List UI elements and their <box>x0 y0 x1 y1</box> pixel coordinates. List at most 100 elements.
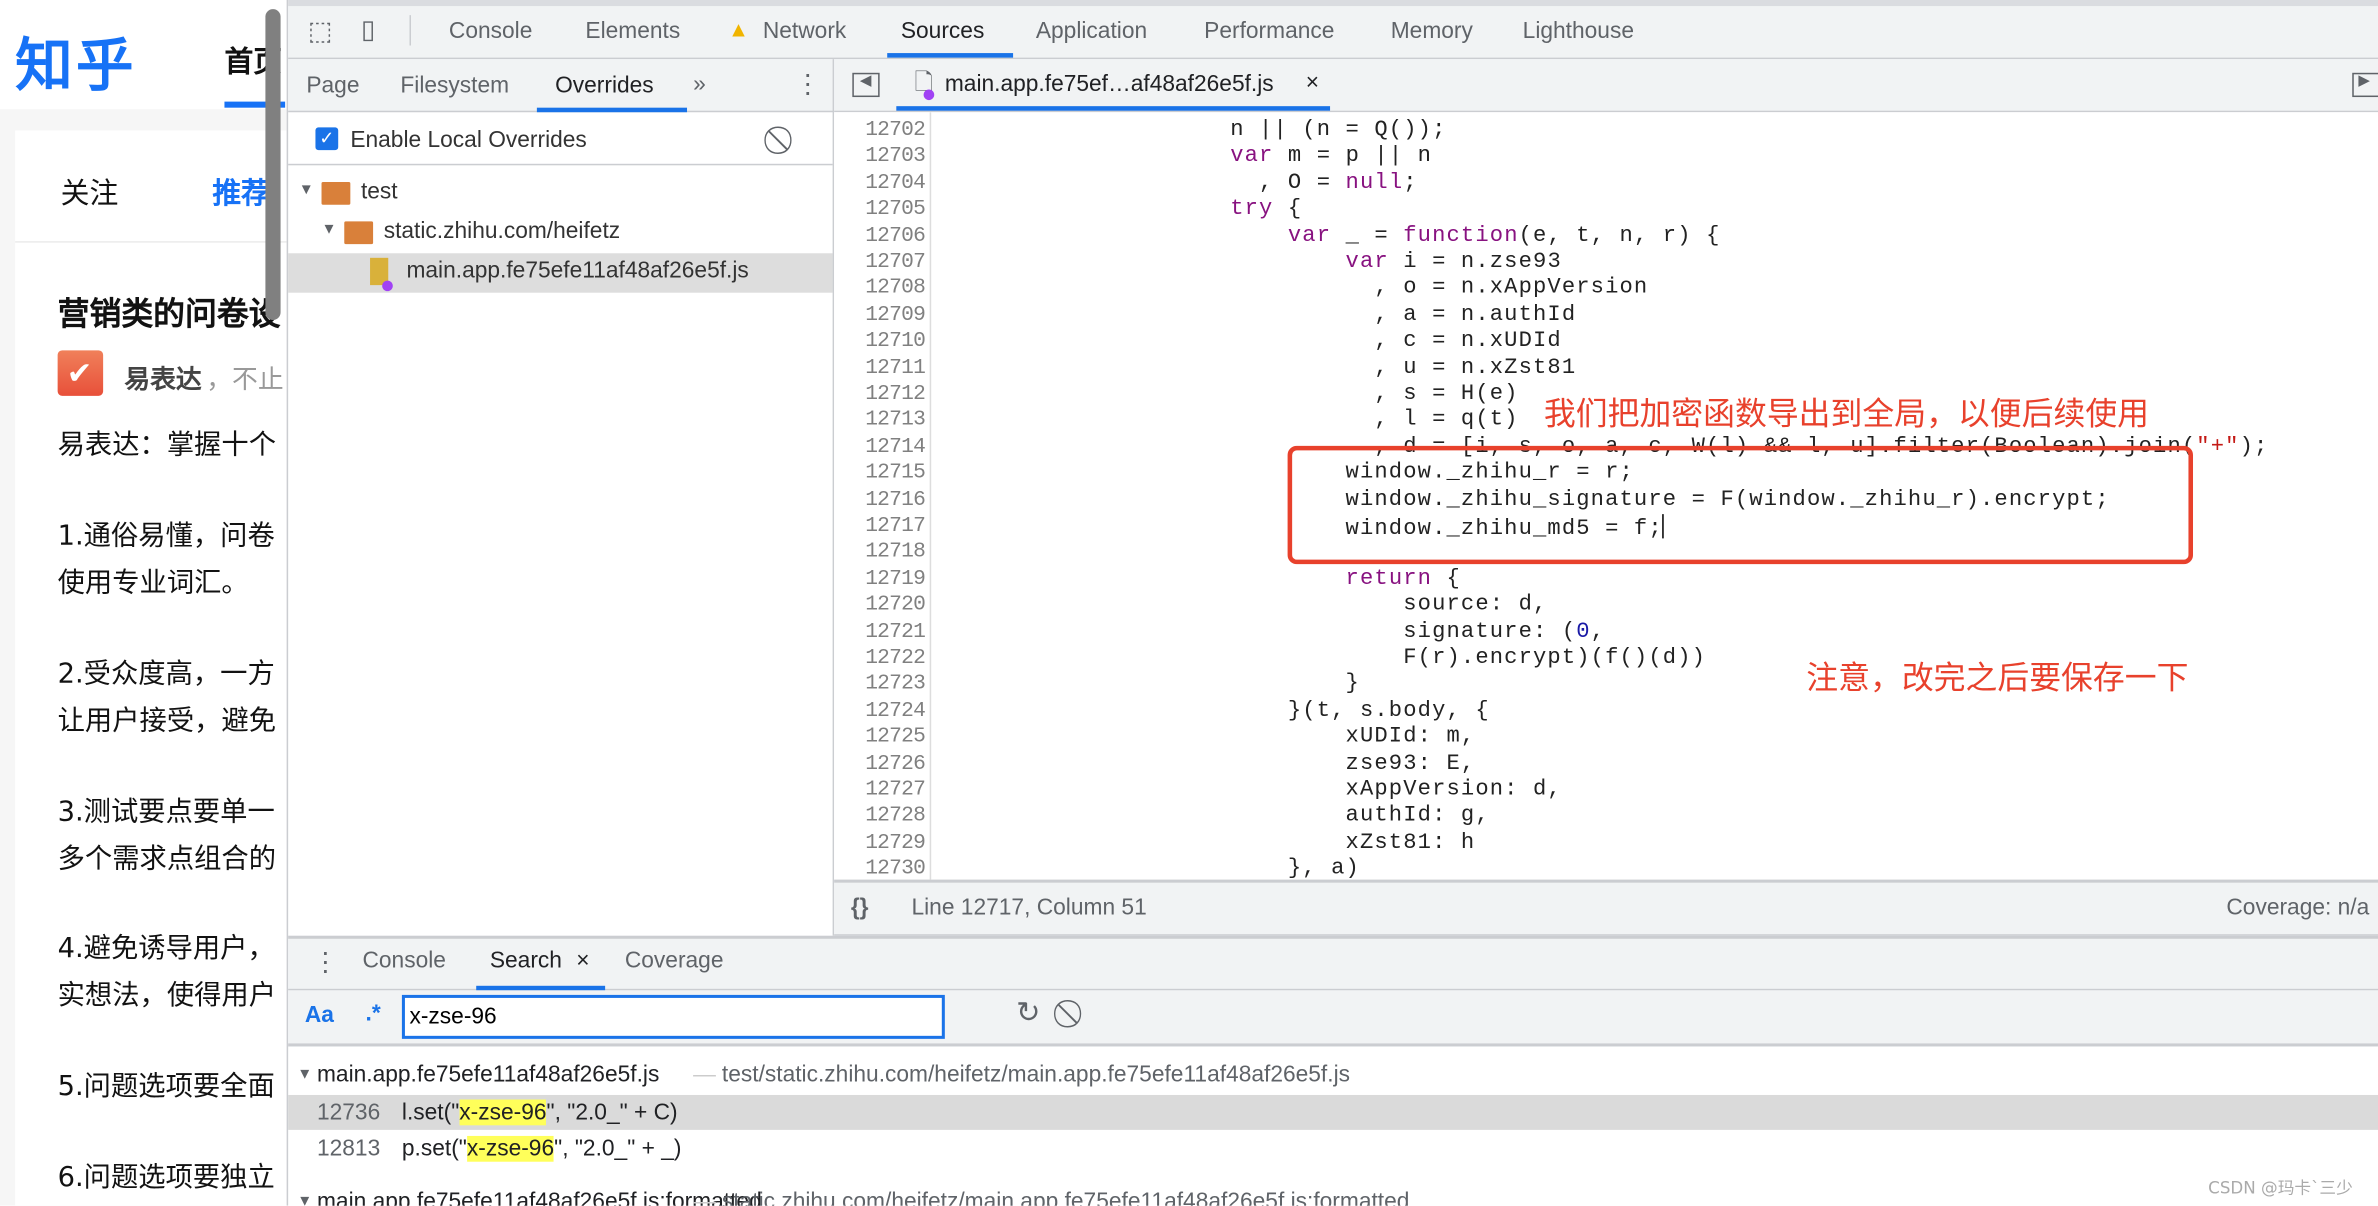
drawer-menu-icon[interactable]: ⋮ <box>312 949 338 975</box>
enable-overrides-label: Enable Local Overrides <box>350 127 587 154</box>
check-icon: ✔ <box>66 357 93 392</box>
separator <box>409 15 411 46</box>
tab-console[interactable]: Console <box>449 18 532 44</box>
result-match-text[interactable]: p.set("x-zse-96", "2.0_" + _) <box>401 1135 681 1162</box>
line-number: 12705 <box>865 197 926 222</box>
close-tab-icon[interactable]: × <box>1306 70 1319 96</box>
code-line: xZst81: h <box>941 830 1476 856</box>
device-toolbar-icon[interactable]: ▯ <box>361 17 375 43</box>
line-number: 12707 <box>865 250 926 275</box>
divider <box>15 241 289 243</box>
line-number: 12717 <box>865 514 926 539</box>
regex-toggle[interactable]: .* <box>366 1001 381 1027</box>
line-number: 12730 <box>865 857 926 880</box>
pretty-print-button[interactable]: {} <box>851 895 869 921</box>
drawer-tab-search[interactable]: Search <box>490 948 562 974</box>
code-line: } <box>941 672 1360 697</box>
annotation-box <box>1287 445 2194 565</box>
tab-network[interactable]: Network <box>763 18 846 44</box>
tree-item[interactable]: test <box>361 179 398 205</box>
toggle-navigator-icon[interactable]: ◀ <box>852 72 880 98</box>
close-search-icon[interactable]: × <box>576 948 589 974</box>
line-number: 12728 <box>865 804 926 829</box>
tree-item[interactable]: static.zhihu.com/heifetz <box>384 218 620 244</box>
nav-tab-overrides[interactable]: Overrides <box>555 73 654 99</box>
expand-arrow-icon[interactable]: ▼ <box>297 1194 312 1205</box>
line-number: 12727 <box>865 778 926 803</box>
zhihu-logo[interactable]: 知乎 <box>15 18 136 101</box>
nav-tab-filesystem[interactable]: Filesystem <box>400 73 509 99</box>
match-prefix: p.set(" <box>401 1135 467 1162</box>
author-avatar[interactable]: ✔ <box>57 350 104 396</box>
toggle-debugger-icon[interactable]: ▶ <box>2352 72 2378 98</box>
nav-tab-page[interactable]: Page <box>306 73 359 99</box>
code-line: var m = p || n <box>1230 144 1433 169</box>
line-number: 12719 <box>865 566 926 592</box>
line-number: 12708 <box>865 276 926 301</box>
code-line: try { <box>1230 197 1303 222</box>
code-line: , c = n.xUDId <box>941 329 1562 354</box>
tree-item[interactable]: main.app.fe75efe11af48af26e5f.js <box>406 258 748 284</box>
line-number: 12724 <box>865 698 926 724</box>
watermark: CSDN @玛卡`三少 <box>2208 1178 2353 1199</box>
code-line: zse93: E, <box>941 751 1476 776</box>
code-line: , O = null; <box>941 171 1418 196</box>
override-dot <box>923 89 935 101</box>
code-line: }, a) <box>941 857 1360 880</box>
refresh-icon[interactable]: ↻ <box>1016 999 1040 1028</box>
line-number: 12715 <box>865 461 926 486</box>
more-tabs-button[interactable]: » <box>693 71 706 97</box>
match-highlight: x-zse-96 <box>466 1135 555 1162</box>
code-line: , u = n.xZst81 <box>941 355 1577 381</box>
inspect-element-icon[interactable]: ⬚ <box>308 18 332 44</box>
drawer-tab-console[interactable]: Console <box>362 948 445 974</box>
match-prefix: l.set(" <box>401 1099 460 1126</box>
result-file-name[interactable]: main.app.fe75efe11af48af26e5f.js <box>317 1062 659 1088</box>
enable-overrides-checkbox[interactable]: ✓ <box>315 127 339 151</box>
code-line: , a = n.authId <box>941 303 1577 328</box>
line-number: 12711 <box>865 355 926 381</box>
tab-performance[interactable]: Performance <box>1204 18 1334 44</box>
article-paragraph: 使用专业词汇。 <box>57 567 249 600</box>
tab-sources[interactable]: Sources <box>901 18 984 44</box>
code-line: return { <box>1345 566 1461 592</box>
article-paragraph: 2.受众度高，一方 <box>57 658 275 691</box>
search-input[interactable] <box>401 994 945 1039</box>
zhihu-header: 知乎 首页 <box>0 0 289 110</box>
line-number: 12721 <box>865 619 926 644</box>
expand-arrow-icon[interactable]: ▼ <box>322 222 337 238</box>
page-scrollbar[interactable] <box>265 9 281 321</box>
line-gutter: 12702 12703 12704 12705 12706 12707 12708 12709… <box>834 112 932 880</box>
feed-tab-recommend[interactable]: 推荐 <box>212 171 270 212</box>
editor-tab-file[interactable]: main.app.fe75ef…af48af26e5f.js <box>945 71 1274 97</box>
tab-memory[interactable]: Memory <box>1391 18 1473 44</box>
result-line-number: 12736 <box>316 1099 381 1126</box>
line-number: 12702 <box>865 118 926 143</box>
feed-tab-follow[interactable]: 关注 <box>61 171 119 212</box>
match-case-toggle[interactable]: Aa <box>305 1002 334 1028</box>
tab-application[interactable]: Application <box>1036 18 1147 44</box>
tab-elements[interactable]: Elements <box>585 18 680 44</box>
article-paragraph: 让用户接受，避免 <box>57 705 277 738</box>
article-title[interactable]: 营销类的问卷设 <box>58 290 281 335</box>
result-match-text[interactable]: l.set("x-zse-96", "2.0_" + C) <box>401 1099 678 1126</box>
line-number: 12713 <box>865 408 926 433</box>
code-line: }(t, s.body, { <box>941 698 1490 724</box>
code-line: , l = q(t) <box>941 408 1519 433</box>
line-number: 12709 <box>865 303 926 328</box>
annotation-save: 注意，改完之后要保存一下 <box>1806 659 2189 697</box>
result-separator: — <box>693 1189 716 1206</box>
author-name[interactable]: 易表达 <box>124 358 201 396</box>
expand-arrow-icon[interactable]: ▼ <box>299 183 314 199</box>
tab-lighthouse[interactable]: Lighthouse <box>1523 18 1634 44</box>
active-tab-underline <box>887 53 1014 58</box>
expand-arrow-icon[interactable]: ▼ <box>297 1067 312 1083</box>
more-options-icon[interactable]: ⋮ <box>795 71 821 97</box>
code-line: , o = n.xAppVersion <box>941 276 1649 301</box>
drawer-tab-coverage[interactable]: Coverage <box>625 948 724 974</box>
line-number: 12723 <box>865 672 926 697</box>
author-headline: ，不止 <box>206 365 284 396</box>
code-line: source: d, <box>941 593 1548 618</box>
annotation-export: 我们把加密函数导出到全局，以便后续使用 <box>1543 395 2150 433</box>
folder-icon <box>321 181 351 205</box>
